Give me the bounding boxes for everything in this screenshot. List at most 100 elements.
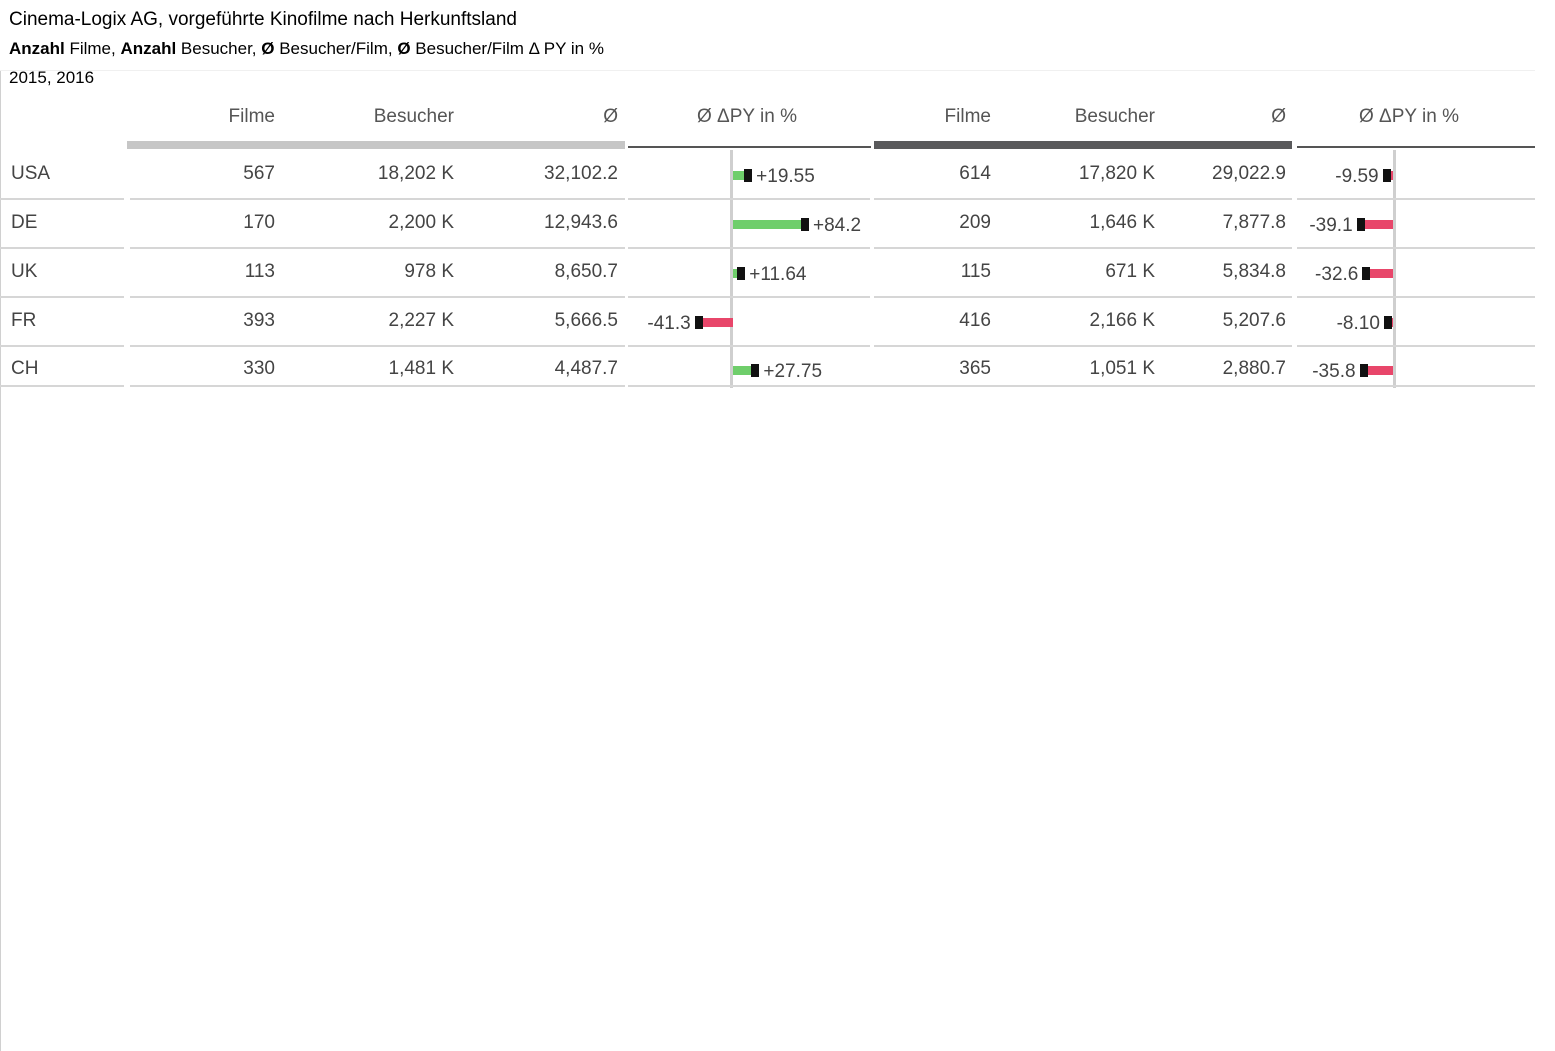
row-separator bbox=[130, 247, 625, 249]
cell-filme-2015: 170 bbox=[243, 212, 275, 233]
cell-avg-2016: 29,022.9 bbox=[1212, 163, 1286, 184]
cell-besucher-2016: 2,166 K bbox=[1089, 310, 1156, 331]
prior-year-marker-y2015 bbox=[737, 267, 746, 280]
row-separator bbox=[874, 198, 1292, 200]
cell-besucher-2016: 17,820 K bbox=[1078, 163, 1155, 184]
cell-besucher-2015: 2,200 K bbox=[388, 212, 455, 233]
row-separator bbox=[628, 385, 870, 387]
delta-label-y2015: +84.2 bbox=[813, 215, 862, 236]
prior-year-marker-y2016 bbox=[1359, 364, 1368, 377]
cell-besucher-2015: 2,227 K bbox=[388, 310, 455, 331]
subtitle-bold-4: Ø bbox=[397, 39, 411, 58]
row-separator bbox=[1297, 247, 1535, 249]
row-separator bbox=[1297, 198, 1535, 200]
delta-label-y2016: -8.10 bbox=[1336, 313, 1380, 334]
cell-avg-2016: 7,877.8 bbox=[1222, 212, 1286, 233]
cell-besucher-2015: 1,481 K bbox=[388, 358, 455, 379]
cell-avg-2016: 2,880.7 bbox=[1222, 358, 1286, 379]
cell-avg-2016: 5,207.6 bbox=[1222, 310, 1286, 331]
report-subtitle: Anzahl Filme, Anzahl Besucher, Ø Besuche… bbox=[9, 39, 604, 59]
row-country: CH bbox=[11, 358, 39, 379]
subtitle-bold-1: Anzahl bbox=[9, 39, 65, 58]
prior-year-marker-y2016 bbox=[1356, 218, 1365, 231]
row-separator bbox=[874, 247, 1292, 249]
cell-filme-2015: 393 bbox=[243, 310, 275, 331]
row-separator bbox=[0, 247, 124, 249]
row-separator bbox=[0, 198, 124, 200]
cell-avg-2015: 8,650.7 bbox=[554, 261, 618, 282]
row-separator bbox=[1297, 385, 1535, 387]
prior-year-marker-y2015 bbox=[694, 316, 703, 329]
cell-filme-2015: 567 bbox=[243, 163, 275, 184]
subtitle-bold-2: Anzahl bbox=[120, 39, 177, 58]
row-separator bbox=[874, 345, 1292, 347]
header-bar-2016 bbox=[874, 141, 1292, 149]
delta-label-y2016: -39.1 bbox=[1309, 215, 1353, 236]
prior-year-marker-y2016 bbox=[1382, 169, 1391, 182]
cell-besucher-2016: 671 K bbox=[1105, 261, 1155, 282]
cell-besucher-2016: 1,051 K bbox=[1089, 358, 1156, 379]
prior-year-marker-y2015 bbox=[801, 218, 809, 231]
cell-filme-2015: 330 bbox=[243, 358, 275, 379]
cell-filme-2016: 115 bbox=[960, 261, 991, 282]
col-header-delta-2016: Ø ΔPY in % bbox=[1359, 106, 1459, 127]
delta-label-y2015: +27.75 bbox=[763, 361, 823, 382]
row-separator bbox=[628, 198, 870, 200]
report-title: Cinema-Logix AG, vorgeführte Kinofilme n… bbox=[9, 9, 517, 30]
row-separator bbox=[0, 385, 124, 387]
prior-year-marker-y2015 bbox=[751, 364, 760, 377]
row-separator bbox=[1297, 296, 1535, 298]
col-header-delta-2015: Ø ΔPY in % bbox=[697, 106, 797, 127]
row-separator bbox=[628, 247, 870, 249]
col-header-besucher-2016: Besucher bbox=[1074, 106, 1155, 127]
header-line-delta-2015 bbox=[628, 146, 871, 148]
cell-besucher-2016: 1,646 K bbox=[1089, 212, 1156, 233]
subtitle-text-1: Filme, bbox=[64, 39, 121, 58]
subtitle-bold-3: Ø bbox=[261, 39, 275, 58]
delta-label-y2016: -9.59 bbox=[1335, 166, 1379, 187]
header-bar-2015 bbox=[127, 141, 625, 149]
col-header-filme-2016: Filme bbox=[944, 106, 991, 127]
row-country: USA bbox=[11, 163, 51, 184]
row-separator bbox=[130, 296, 625, 298]
cell-filme-2016: 416 bbox=[959, 310, 991, 331]
row-separator bbox=[628, 296, 870, 298]
row-separator bbox=[628, 345, 870, 347]
row-separator bbox=[130, 345, 625, 347]
delta-label-y2016: -35.8 bbox=[1312, 361, 1356, 382]
header-rule bbox=[0, 70, 1535, 71]
row-separator bbox=[863, 385, 1303, 387]
row-separator bbox=[130, 198, 625, 200]
delta-label-y2015: +19.55 bbox=[756, 166, 815, 187]
cell-avg-2016: 5,834.8 bbox=[1222, 261, 1286, 282]
cell-filme-2016: 614 bbox=[959, 163, 991, 184]
cell-filme-2016: 209 bbox=[959, 212, 991, 233]
subtitle-text-3: Besucher/Film, bbox=[274, 39, 398, 58]
row-separator bbox=[1297, 345, 1535, 347]
delta-bar-y2015 bbox=[733, 220, 807, 229]
cell-filme-2016: 365 bbox=[959, 358, 991, 379]
row-country: FR bbox=[11, 310, 37, 331]
col-header-avg-2016: Ø bbox=[1271, 106, 1286, 127]
row-country: DE bbox=[11, 212, 38, 233]
prior-year-marker-y2016 bbox=[1362, 267, 1371, 280]
cell-avg-2015: 4,487.7 bbox=[554, 358, 618, 379]
col-header-besucher-2015: Besucher bbox=[373, 106, 454, 127]
col-header-avg-2015: Ø bbox=[603, 106, 618, 127]
row-separator bbox=[0, 345, 124, 347]
cell-filme-2015: 113 bbox=[244, 261, 275, 282]
left-border bbox=[0, 70, 1, 1051]
cell-avg-2015: 32,102.2 bbox=[544, 163, 618, 184]
col-header-filme-2015: Filme bbox=[228, 106, 275, 127]
row-separator bbox=[0, 296, 124, 298]
delta-label-y2015: +11.64 bbox=[749, 264, 807, 285]
row-country: UK bbox=[11, 261, 38, 282]
delta-label-y2015: -41.3 bbox=[647, 313, 691, 334]
row-separator bbox=[130, 385, 625, 387]
delta-label-y2016: -32.6 bbox=[1315, 264, 1359, 285]
subtitle-text-2: Besucher, bbox=[176, 39, 262, 58]
prior-year-marker-y2016 bbox=[1383, 316, 1392, 329]
report-years: 2015, 2016 bbox=[9, 68, 95, 87]
cell-avg-2015: 12,943.6 bbox=[544, 212, 618, 233]
cell-avg-2015: 5,666.5 bbox=[554, 310, 618, 331]
